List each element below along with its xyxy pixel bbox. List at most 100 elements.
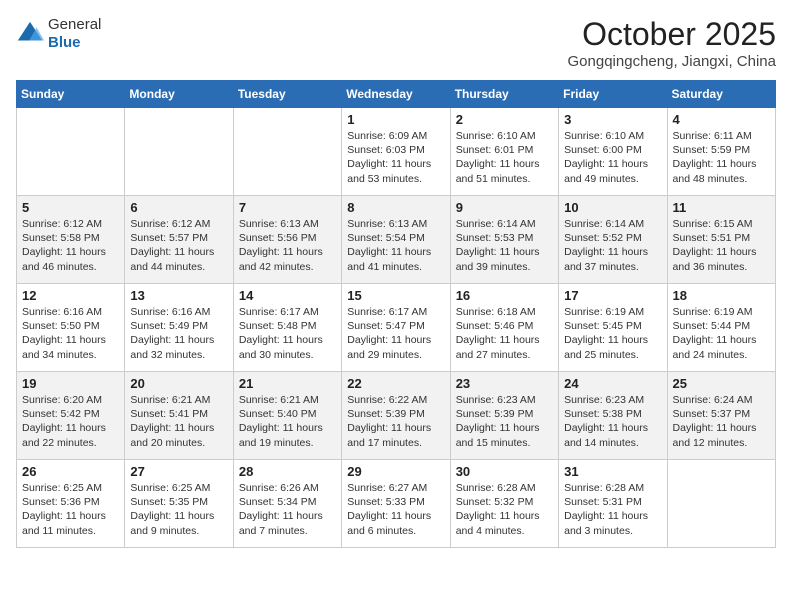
- day-cell: 10 Sunrise: 6:14 AM Sunset: 5:52 PM Dayli…: [559, 196, 667, 284]
- week-row-1: 1Sunrise: 6:09 AM Sunset: 6:03 PM Daylig…: [17, 108, 776, 196]
- day-info: Sunrise: 6:13 AM Sunset: 5:56 PM Dayligh…: [239, 217, 336, 274]
- day-cell: 28 Sunrise: 6:26 AM Sunset: 5:34 PM Dayli…: [233, 460, 341, 548]
- day-cell: 1Sunrise: 6:09 AM Sunset: 6:03 PM Daylig…: [342, 108, 450, 196]
- day-cell: [233, 108, 341, 196]
- day-info: Sunrise: 6:24 AM Sunset: 5:37 PM Dayligh…: [673, 393, 770, 450]
- day-cell: 17 Sunrise: 6:19 AM Sunset: 5:45 PM Dayli…: [559, 284, 667, 372]
- day-info: Sunrise: 6:14 AM Sunset: 5:52 PM Dayligh…: [564, 217, 661, 274]
- day-number: 19: [22, 376, 119, 391]
- day-number: 6: [130, 200, 227, 215]
- day-info: Sunrise: 6:10 AM Sunset: 6:01 PM Dayligh…: [456, 129, 553, 186]
- location: Gongqingcheng, Jiangxi, China: [568, 53, 776, 70]
- day-cell: 30 Sunrise: 6:28 AM Sunset: 5:32 PM Dayli…: [450, 460, 558, 548]
- logo-icon: [16, 20, 44, 48]
- page-header: General Blue October 2025 Gongqingcheng,…: [16, 16, 776, 70]
- day-cell: 19 Sunrise: 6:20 AM Sunset: 5:42 PM Dayli…: [17, 372, 125, 460]
- day-cell: [17, 108, 125, 196]
- weekday-header-sunday: Sunday: [17, 81, 125, 108]
- day-cell: 27 Sunrise: 6:25 AM Sunset: 5:35 PM Dayli…: [125, 460, 233, 548]
- day-info: Sunrise: 6:27 AM Sunset: 5:33 PM Dayligh…: [347, 481, 444, 538]
- day-info: Sunrise: 6:26 AM Sunset: 5:34 PM Dayligh…: [239, 481, 336, 538]
- logo-general: General: [48, 16, 101, 34]
- day-number: 27: [130, 464, 227, 479]
- day-info: Sunrise: 6:20 AM Sunset: 5:42 PM Dayligh…: [22, 393, 119, 450]
- weekday-header-row: SundayMondayTuesdayWednesdayThursdayFrid…: [17, 81, 776, 108]
- day-info: Sunrise: 6:14 AM Sunset: 5:53 PM Dayligh…: [456, 217, 553, 274]
- day-cell: 3 Sunrise: 6:10 AM Sunset: 6:00 PM Daylig…: [559, 108, 667, 196]
- day-cell: 16 Sunrise: 6:18 AM Sunset: 5:46 PM Dayli…: [450, 284, 558, 372]
- week-row-5: 26 Sunrise: 6:25 AM Sunset: 5:36 PM Dayli…: [17, 460, 776, 548]
- day-number: 18: [673, 288, 770, 303]
- day-number: 17: [564, 288, 661, 303]
- logo: General Blue: [16, 16, 101, 52]
- day-number: 13: [130, 288, 227, 303]
- day-number: 22: [347, 376, 444, 391]
- day-cell: 23 Sunrise: 6:23 AM Sunset: 5:39 PM Dayli…: [450, 372, 558, 460]
- day-info: Sunrise: 6:25 AM Sunset: 5:35 PM Dayligh…: [130, 481, 227, 538]
- weekday-header-friday: Friday: [559, 81, 667, 108]
- day-info: Sunrise: 6:19 AM Sunset: 5:45 PM Dayligh…: [564, 305, 661, 362]
- day-number: 2: [456, 112, 553, 127]
- day-cell: 13Sunrise: 6:16 AM Sunset: 5:49 PM Dayli…: [125, 284, 233, 372]
- day-info: Sunrise: 6:18 AM Sunset: 5:46 PM Dayligh…: [456, 305, 553, 362]
- day-info: Sunrise: 6:17 AM Sunset: 5:47 PM Dayligh…: [347, 305, 444, 362]
- day-number: 16: [456, 288, 553, 303]
- day-cell: 22Sunrise: 6:22 AM Sunset: 5:39 PM Dayli…: [342, 372, 450, 460]
- day-number: 7: [239, 200, 336, 215]
- day-cell: 12 Sunrise: 6:16 AM Sunset: 5:50 PM Dayli…: [17, 284, 125, 372]
- day-cell: 8 Sunrise: 6:13 AM Sunset: 5:54 PM Daylig…: [342, 196, 450, 284]
- day-number: 9: [456, 200, 553, 215]
- logo-text: General Blue: [48, 16, 101, 52]
- day-cell: 31Sunrise: 6:28 AM Sunset: 5:31 PM Dayli…: [559, 460, 667, 548]
- day-info: Sunrise: 6:23 AM Sunset: 5:39 PM Dayligh…: [456, 393, 553, 450]
- weekday-header-wednesday: Wednesday: [342, 81, 450, 108]
- day-number: 30: [456, 464, 553, 479]
- day-number: 3: [564, 112, 661, 127]
- day-number: 26: [22, 464, 119, 479]
- day-cell: 29 Sunrise: 6:27 AM Sunset: 5:33 PM Dayli…: [342, 460, 450, 548]
- weekday-header-monday: Monday: [125, 81, 233, 108]
- day-number: 21: [239, 376, 336, 391]
- day-info: Sunrise: 6:25 AM Sunset: 5:36 PM Dayligh…: [22, 481, 119, 538]
- day-cell: 2 Sunrise: 6:10 AM Sunset: 6:01 PM Daylig…: [450, 108, 558, 196]
- day-info: Sunrise: 6:10 AM Sunset: 6:00 PM Dayligh…: [564, 129, 661, 186]
- day-info: Sunrise: 6:21 AM Sunset: 5:41 PM Dayligh…: [130, 393, 227, 450]
- day-number: 12: [22, 288, 119, 303]
- day-number: 11: [673, 200, 770, 215]
- day-info: Sunrise: 6:16 AM Sunset: 5:50 PM Dayligh…: [22, 305, 119, 362]
- day-number: 15: [347, 288, 444, 303]
- weekday-header-tuesday: Tuesday: [233, 81, 341, 108]
- day-cell: 24 Sunrise: 6:23 AM Sunset: 5:38 PM Dayli…: [559, 372, 667, 460]
- month-title: October 2025: [568, 16, 776, 53]
- day-info: Sunrise: 6:11 AM Sunset: 5:59 PM Dayligh…: [673, 129, 770, 186]
- logo-blue: Blue: [48, 34, 101, 52]
- day-number: 31: [564, 464, 661, 479]
- day-number: 1: [347, 112, 444, 127]
- week-row-3: 12 Sunrise: 6:16 AM Sunset: 5:50 PM Dayli…: [17, 284, 776, 372]
- day-info: Sunrise: 6:17 AM Sunset: 5:48 PM Dayligh…: [239, 305, 336, 362]
- day-cell: 4Sunrise: 6:11 AM Sunset: 5:59 PM Daylig…: [667, 108, 775, 196]
- day-info: Sunrise: 6:12 AM Sunset: 5:58 PM Dayligh…: [22, 217, 119, 274]
- day-info: Sunrise: 6:19 AM Sunset: 5:44 PM Dayligh…: [673, 305, 770, 362]
- day-number: 25: [673, 376, 770, 391]
- day-number: 28: [239, 464, 336, 479]
- day-cell: 18 Sunrise: 6:19 AM Sunset: 5:44 PM Dayli…: [667, 284, 775, 372]
- day-number: 29: [347, 464, 444, 479]
- week-row-2: 5Sunrise: 6:12 AM Sunset: 5:58 PM Daylig…: [17, 196, 776, 284]
- day-cell: 15 Sunrise: 6:17 AM Sunset: 5:47 PM Dayli…: [342, 284, 450, 372]
- week-row-4: 19 Sunrise: 6:20 AM Sunset: 5:42 PM Dayli…: [17, 372, 776, 460]
- calendar: SundayMondayTuesdayWednesdayThursdayFrid…: [16, 80, 776, 548]
- day-number: 23: [456, 376, 553, 391]
- day-info: Sunrise: 6:13 AM Sunset: 5:54 PM Dayligh…: [347, 217, 444, 274]
- day-info: Sunrise: 6:21 AM Sunset: 5:40 PM Dayligh…: [239, 393, 336, 450]
- weekday-header-thursday: Thursday: [450, 81, 558, 108]
- day-info: Sunrise: 6:23 AM Sunset: 5:38 PM Dayligh…: [564, 393, 661, 450]
- day-number: 24: [564, 376, 661, 391]
- day-info: Sunrise: 6:12 AM Sunset: 5:57 PM Dayligh…: [130, 217, 227, 274]
- day-number: 10: [564, 200, 661, 215]
- day-cell: 6 Sunrise: 6:12 AM Sunset: 5:57 PM Daylig…: [125, 196, 233, 284]
- weekday-header-saturday: Saturday: [667, 81, 775, 108]
- day-number: 8: [347, 200, 444, 215]
- day-info: Sunrise: 6:28 AM Sunset: 5:32 PM Dayligh…: [456, 481, 553, 538]
- day-cell: 7 Sunrise: 6:13 AM Sunset: 5:56 PM Daylig…: [233, 196, 341, 284]
